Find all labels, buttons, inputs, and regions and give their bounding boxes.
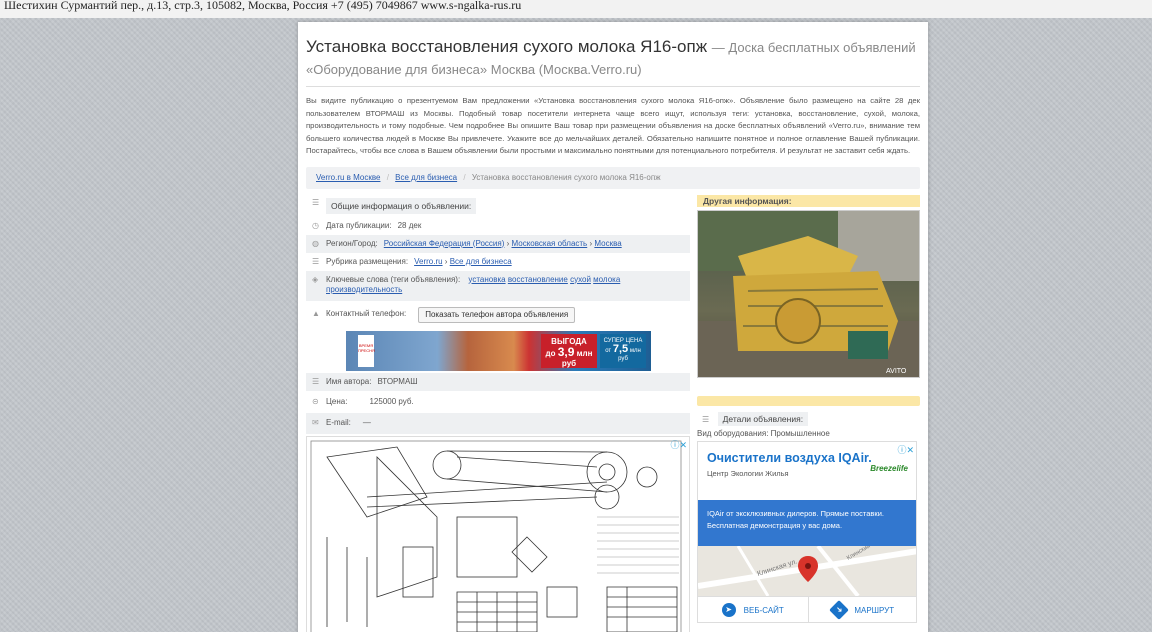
- info-icon: ☰: [312, 197, 320, 207]
- date-label: Дата публикации:: [326, 220, 392, 230]
- breadcrumb-category-link[interactable]: Все для бизнеса: [395, 173, 457, 182]
- ad-map[interactable]: Клинская ул. Клинский пр.: [698, 545, 916, 596]
- contact-address: Шестихин Сурмантий пер., д.13, стр.3, 10…: [4, 0, 522, 12]
- rubric-site-link[interactable]: Verro.ru: [414, 257, 442, 266]
- yellow-divider: [697, 395, 920, 406]
- show-phone-button[interactable]: Показать телефон автора объявления: [418, 306, 576, 323]
- globe-icon: ◍: [312, 238, 319, 248]
- banner-promo-prefix: до: [545, 348, 556, 358]
- email-value: —: [362, 417, 371, 427]
- breadcrumb-current: Установка восстановления сухого молока Я…: [471, 172, 661, 182]
- region-arrow: ›: [589, 238, 593, 248]
- region-country-link[interactable]: Российская Федерация (Россия): [384, 239, 505, 248]
- list-icon: ☰: [312, 256, 320, 266]
- region-area-link[interactable]: Московская область: [512, 239, 588, 248]
- details-header-row: ☰ Детали объявления:: [697, 406, 920, 427]
- region-row: ◍ Регион/Город: Российская Федерация (Ро…: [306, 234, 690, 253]
- listing-page: Установка восстановления сухого молока Я…: [298, 22, 928, 632]
- email-label: E-mail:: [326, 417, 351, 427]
- ad-route-label: МАРШРУТ: [854, 605, 895, 615]
- user-icon: ☰: [312, 376, 320, 386]
- breadcrumb-separator: /: [463, 172, 466, 182]
- photo-watermark: AVITO: [886, 368, 907, 375]
- compass-icon: ➤: [721, 603, 736, 617]
- page-subtitle: «Оборудование для бизнеса» Москва (Москв…: [306, 62, 642, 77]
- ad-body[interactable]: IQAir от эксклюзивных дилеров. Прямые по…: [698, 499, 916, 546]
- breadcrumb: Verro.ru в Москве / Все для бизнеса / Ус…: [306, 166, 920, 189]
- clock-icon: ◷: [312, 220, 319, 230]
- tag-link[interactable]: установка: [468, 275, 505, 284]
- info-header-row: ☰ Общие информация о объявлении:: [306, 195, 690, 217]
- directions-icon: ➜: [829, 600, 850, 620]
- other-info-column: Другая информация: AVITO ☰ Детали объявл: [697, 194, 920, 623]
- rubric-category-link[interactable]: Все для бизнеса: [450, 257, 512, 266]
- phone-row: ▲ Контактный телефон: Показать телефон а…: [306, 301, 690, 327]
- air-purifier-ad[interactable]: ⓘ✕ Очистители воздуха IQAir. Центр Эколо…: [697, 440, 917, 623]
- ad-website-button[interactable]: ➤ ВЕБ-САЙТ: [698, 596, 809, 622]
- page-title: Установка восстановления сухого молока Я…: [306, 36, 920, 59]
- author-value: ВТОРМАШ: [377, 376, 418, 386]
- banner-price: СУПЕР ЦЕНА от 7,5 млн руб: [600, 333, 646, 368]
- ad-website-label: ВЕБ-САЙТ: [743, 605, 784, 615]
- date-value: 28 дек: [397, 220, 422, 230]
- tag-link[interactable]: восстановление: [508, 275, 568, 284]
- listing-photo[interactable]: AVITO: [697, 209, 920, 378]
- phone-icon: ▲: [312, 308, 320, 318]
- author-row: ☰ Имя автора: ВТОРМАШ: [306, 372, 690, 391]
- price-icon: ⊝: [312, 396, 319, 406]
- listing-description: Вы видите публикацию о презентуемом Вам …: [306, 96, 920, 155]
- tag-link[interactable]: сухой: [570, 275, 591, 284]
- ad-actions: ➤ ВЕБ-САЙТ ➜ МАРШРУТ: [698, 595, 917, 622]
- technical-drawing-ad[interactable]: ⓘ✕: [306, 435, 690, 632]
- rubric-row: ☰ Рубрика размещения: Verro.ru › Все для…: [306, 253, 690, 271]
- date-row: ◷ Дата публикации: 28 дек: [306, 217, 690, 235]
- info-header: Общие информация о объявлении:: [326, 197, 477, 214]
- listing-info-column: ☰ Общие информация о объявлении: ◷ Дата …: [306, 195, 690, 632]
- other-info-header: Другая информация:: [697, 194, 920, 207]
- ad-banner[interactable]: ВРЕМЯ ПРЕСНЯ ВЫГОДА до 3,9 млн руб СУПЕР…: [346, 330, 651, 371]
- banner-promo-value: 3,9: [557, 344, 575, 359]
- region-arrow: ›: [506, 238, 510, 248]
- banner-price-value: 7,5: [612, 342, 629, 355]
- price-row: ⊝ Цена: 125000 руб.: [306, 391, 690, 413]
- email-icon: ✉: [312, 417, 319, 427]
- region-label: Регион/Город:: [326, 238, 378, 248]
- author-label: Имя автора:: [326, 376, 372, 386]
- breadcrumb-separator: /: [386, 172, 389, 182]
- phone-label: Контактный телефон:: [326, 308, 407, 318]
- page-header-strip: Шестихин Сурмантий пер., д.13, стр.3, 10…: [0, 0, 1152, 18]
- tags-label: Ключевые слова (теги объявления):: [326, 274, 461, 284]
- site-title-suffix: — Доска бесплатных объявлений: [711, 40, 916, 55]
- price-value: 125000 руб.: [369, 396, 414, 406]
- price-label: Цена:: [326, 396, 348, 406]
- ad-route-button[interactable]: ➜ МАРШРУТ: [809, 597, 917, 622]
- details-header: Детали объявления:: [717, 411, 809, 426]
- ad-title[interactable]: Очистители воздуха IQAir.: [698, 442, 916, 465]
- banner-logo: ВРЕМЯ ПРЕСНЯ: [358, 334, 375, 367]
- technical-drawing: [310, 440, 682, 632]
- tag-link[interactable]: производительность: [326, 285, 402, 294]
- breadcrumb-home-link[interactable]: Verro.ru в Москве: [316, 173, 380, 182]
- tags-row: ◈ Ключевые слова (теги объявления): уста…: [306, 270, 690, 301]
- adchoices-icon[interactable]: ⓘ✕: [670, 438, 687, 451]
- email-row: ✉ E-mail: —: [306, 412, 690, 434]
- rubric-arrow: ›: [444, 256, 448, 266]
- machine-photo: AVITO: [698, 210, 919, 377]
- divider: [306, 86, 920, 87]
- adchoices-icon[interactable]: ⓘ✕: [897, 443, 914, 456]
- banner-promo: ВЫГОДА до 3,9 млн руб: [541, 333, 597, 368]
- tag-link[interactable]: молока: [593, 275, 620, 284]
- rubric-label: Рубрика размещения:: [326, 256, 409, 266]
- banner-price-prefix: от: [605, 347, 612, 354]
- details-icon: ☰: [702, 414, 710, 424]
- map-graphic: Клинская ул. Клинский пр.: [698, 545, 916, 596]
- ad-brand-logo: Breezelife: [870, 463, 908, 473]
- tag-icon: ◈: [312, 274, 319, 284]
- details-equipment-type: Вид оборудования: Промышленное: [697, 428, 830, 438]
- listing-title: Установка восстановления сухого молока Я…: [306, 37, 708, 56]
- region-city-link[interactable]: Москва: [594, 239, 621, 248]
